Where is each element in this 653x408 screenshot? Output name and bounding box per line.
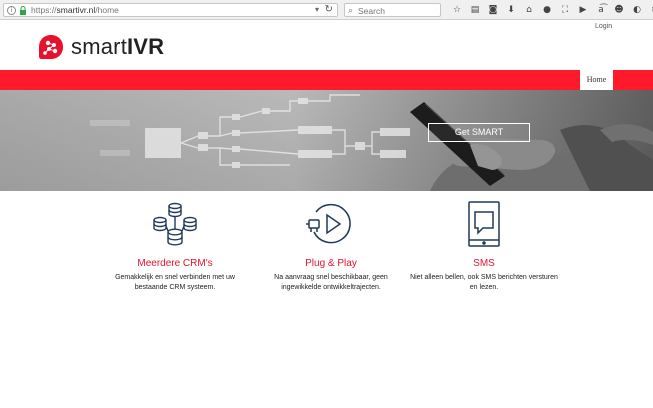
feature-text: Gemakkelijk en snel verbinden met uw bes… [115, 274, 235, 291]
main-nav: Home [0, 70, 653, 90]
feature-title: Meerdere CRM's [137, 258, 213, 269]
database-icon [153, 202, 197, 246]
reload-icon[interactable]: ↻ [325, 4, 333, 15]
browser-toolbar: i https://smartivr.nl/home ▾ ↻ ⌕ ☆ ▤ ◙ ⬇… [0, 0, 653, 20]
chat-icon[interactable]: ● [538, 3, 556, 17]
url-bar[interactable]: i https://smartivr.nl/home ▾ ↻ [3, 3, 338, 17]
youtube-icon[interactable]: ▶ [574, 3, 592, 17]
reading-list-icon[interactable]: ▤ [466, 3, 484, 17]
pocket-icon[interactable]: ◙ [484, 3, 502, 17]
emoji-icon[interactable]: ☻ [610, 3, 628, 17]
menu-icon[interactable]: ≡ [646, 3, 653, 17]
feature-text: Na aanvraag snel beschikbaar, geen ingew… [274, 274, 388, 291]
feature-title: Plug & Play [305, 258, 357, 269]
feature-plug-play: Plug & Play Na aanvraag snel beschikbaar… [256, 200, 406, 293]
url-text[interactable]: https://smartivr.nl/home [31, 5, 119, 15]
site-logo[interactable]: smartIVR [38, 34, 164, 60]
chevron-down-icon[interactable]: ▾ [315, 5, 319, 14]
feature-sms: SMS Niet alleen bellen, ook SMS berichte… [409, 200, 559, 293]
fullscreen-icon[interactable]: ⛶ [556, 3, 574, 17]
hero-image [0, 90, 653, 191]
feature-crm: Meerdere CRM's Gemakkelijk en snel verbi… [100, 200, 250, 293]
star-icon[interactable]: ☆ [448, 3, 466, 17]
toolbar-icons: ☆ ▤ ◙ ⬇ ⌂ ● ⛶ ▶ a͡ ☻ ◐ ≡ [448, 3, 653, 17]
search-icon: ⌕ [348, 5, 354, 15]
search-input[interactable] [358, 5, 438, 16]
home-icon[interactable]: ⌂ [520, 3, 538, 17]
feature-text: Niet alleen bellen, ook SMS berichten ve… [410, 274, 558, 291]
feature-title: SMS [473, 258, 495, 269]
logo-icon [39, 35, 63, 59]
plug-play-icon [306, 203, 351, 244]
search-box[interactable]: ⌕ [344, 3, 441, 17]
info-icon[interactable]: i [7, 6, 16, 15]
nav-item-home[interactable]: Home [580, 70, 613, 90]
sms-icon [468, 201, 500, 247]
lock-icon [20, 6, 26, 15]
dark-icon[interactable]: ◐ [628, 3, 646, 17]
login-link[interactable]: Login [595, 23, 612, 30]
download-icon[interactable]: ⬇ [502, 3, 520, 17]
translate-icon[interactable]: a͡ [592, 3, 610, 17]
logo-text: smartIVR [71, 34, 165, 59]
get-smart-button[interactable]: Get SMART [428, 123, 530, 142]
hero-banner: Get SMART [0, 90, 653, 191]
